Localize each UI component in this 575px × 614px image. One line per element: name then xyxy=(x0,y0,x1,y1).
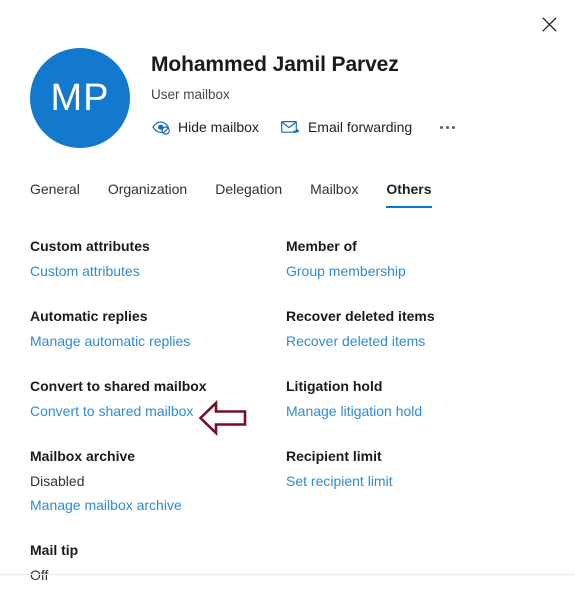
setting-title: Convert to shared mailbox xyxy=(30,378,207,394)
custom-attributes-link[interactable]: Custom attributes xyxy=(30,261,140,281)
manage-automatic-replies-link[interactable]: Manage automatic replies xyxy=(30,331,190,351)
setting-title: Custom attributes xyxy=(30,238,150,254)
setting-title: Recover deleted items xyxy=(286,308,435,324)
hide-mailbox-icon xyxy=(151,118,171,136)
hide-mailbox-label: Hide mailbox xyxy=(178,119,259,135)
setting-title: Automatic replies xyxy=(30,308,148,324)
email-forwarding-label: Email forwarding xyxy=(307,119,413,135)
header-text-block: Mohammed Jamil Parvez User mailbox Hide … xyxy=(151,48,459,137)
setting-title: Litigation hold xyxy=(286,378,383,394)
setting-recover-deleted-items: Recover deleted items Recover deleted it… xyxy=(286,306,546,376)
close-button[interactable] xyxy=(533,8,565,40)
tab-bar: General Organization Delegation Mailbox … xyxy=(30,176,555,208)
setting-mailbox-archive: Mailbox archive Disabled Manage mailbox … xyxy=(30,446,286,540)
setting-automatic-replies: Automatic replies Manage automatic repli… xyxy=(30,306,286,376)
setting-litigation-hold: Litigation hold Manage litigation hold xyxy=(286,376,546,446)
panel-bottom-divider xyxy=(0,574,575,575)
grid-spacer xyxy=(286,540,546,614)
hide-mailbox-button[interactable]: Hide mailbox xyxy=(151,117,259,137)
more-options-icon xyxy=(440,125,444,129)
setting-title: Member of xyxy=(286,238,357,254)
more-options-button[interactable] xyxy=(436,125,459,129)
setting-title: Mail tip xyxy=(30,542,79,558)
email-forwarding-icon xyxy=(281,118,301,136)
close-icon xyxy=(541,16,557,32)
page-title: Mohammed Jamil Parvez xyxy=(151,53,399,76)
convert-to-shared-mailbox-link[interactable]: Convert to shared mailbox xyxy=(30,401,193,421)
mailbox-archive-status: Disabled xyxy=(30,473,85,489)
mailbox-header: MP Mohammed Jamil Parvez User mailbox Hi… xyxy=(30,48,555,148)
group-membership-link[interactable]: Group membership xyxy=(286,261,406,281)
recover-deleted-items-link[interactable]: Recover deleted items xyxy=(286,331,425,351)
setting-mail-tip: Mail tip Off xyxy=(30,540,286,614)
mail-tip-status: Off xyxy=(30,567,49,583)
avatar: MP xyxy=(30,48,130,148)
others-tab-panel: Custom attributes Custom attributes Memb… xyxy=(30,236,546,614)
manage-litigation-hold-link[interactable]: Manage litigation hold xyxy=(286,401,422,421)
more-options-icon xyxy=(452,125,456,129)
email-forwarding-button[interactable]: Email forwarding xyxy=(281,117,412,137)
tab-general[interactable]: General xyxy=(30,176,80,208)
tab-organization[interactable]: Organization xyxy=(108,176,187,208)
setting-title: Mailbox archive xyxy=(30,448,136,464)
tab-delegation[interactable]: Delegation xyxy=(215,176,282,208)
manage-mailbox-archive-link[interactable]: Manage mailbox archive xyxy=(30,495,182,515)
tab-others[interactable]: Others xyxy=(386,176,432,208)
setting-title: Recipient limit xyxy=(286,448,382,464)
tab-mailbox[interactable]: Mailbox xyxy=(310,176,358,208)
setting-member-of: Member of Group membership xyxy=(286,236,546,306)
avatar-initials: MP xyxy=(50,76,110,119)
mailbox-type-label: User mailbox xyxy=(151,87,230,102)
settings-grid: Custom attributes Custom attributes Memb… xyxy=(30,236,546,614)
set-recipient-limit-link[interactable]: Set recipient limit xyxy=(286,471,393,491)
setting-custom-attributes: Custom attributes Custom attributes xyxy=(30,236,286,306)
setting-recipient-limit: Recipient limit Set recipient limit xyxy=(286,446,546,540)
setting-convert-to-shared-mailbox: Convert to shared mailbox Convert to sha… xyxy=(30,376,286,446)
more-options-icon xyxy=(446,125,450,129)
command-bar: Hide mailbox Email forwarding xyxy=(151,117,459,137)
